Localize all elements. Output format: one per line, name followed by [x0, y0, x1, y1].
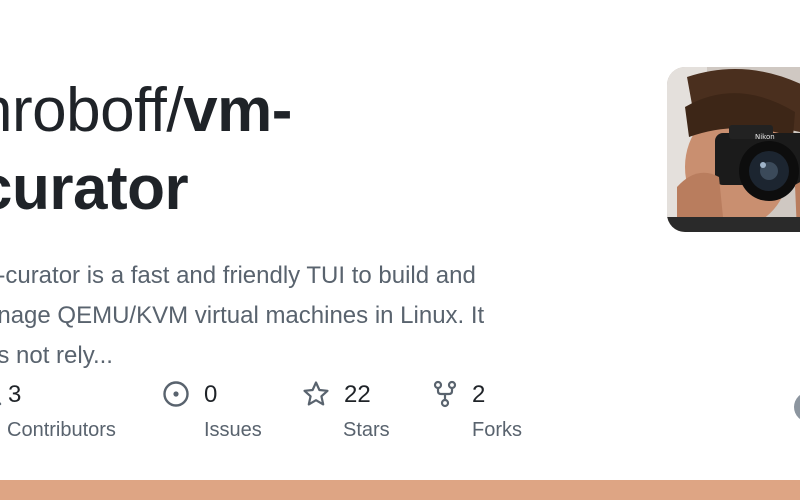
description-line1: n-curator is a fast and friendly TUI to … — [0, 262, 476, 289]
repo-stats: 3 Contributors 0 Issues 22 Stars 2 Forks — [0, 378, 600, 448]
stars-label: Stars — [343, 419, 390, 441]
repo-name-line1: vm- — [183, 76, 292, 145]
photographer-avatar-icon: Nikon — [667, 67, 800, 232]
github-logo-icon — [794, 392, 800, 422]
stat-issues[interactable]: 0 Issues — [160, 378, 280, 448]
repo-title: nroboff/vm-curator — [0, 72, 618, 228]
contributors-count: 3 — [8, 381, 22, 408]
forks-label: Forks — [472, 419, 522, 441]
description-line3: es not rely... — [0, 342, 113, 369]
contributors-label: Contributors — [7, 419, 116, 441]
issues-count: 0 — [204, 381, 218, 408]
fork-icon — [433, 380, 457, 408]
issues-label: Issues — [204, 419, 262, 441]
owner-avatar: Nikon — [667, 67, 800, 232]
language-bar — [0, 480, 800, 500]
repo-description: n-curator is a fast and friendly TUI to … — [0, 256, 584, 376]
star-icon — [303, 381, 329, 406]
repo-social-card: nroboff/vm-curator n-curator is a fast a… — [0, 0, 800, 500]
stat-stars[interactable]: 22 Stars — [302, 378, 422, 448]
stars-count: 22 — [344, 381, 371, 408]
repo-owner: nroboff — [0, 76, 167, 145]
issue-icon — [163, 381, 189, 407]
forks-count: 2 — [472, 381, 486, 408]
svg-text:Nikon: Nikon — [755, 133, 775, 141]
repo-slash: / — [166, 76, 184, 145]
stat-contributors[interactable]: 3 Contributors — [0, 378, 140, 448]
description-line2: anage QEMU/KVM virtual machines in Linux… — [0, 302, 485, 329]
repo-name-line2: curator — [0, 154, 189, 223]
stat-forks[interactable]: 2 Forks — [431, 378, 551, 448]
